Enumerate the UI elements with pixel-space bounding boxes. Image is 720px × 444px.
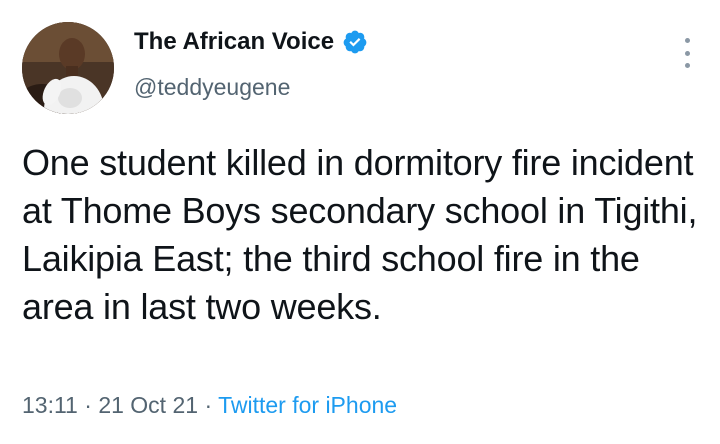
tweet-source-link[interactable]: Twitter for iPhone [218, 392, 397, 418]
tweet-date[interactable]: 21 Oct 21 [98, 392, 198, 418]
tweet-metadata: 13:11 · 21 Oct 21 · Twitter for iPhone [22, 392, 397, 419]
more-vertical-icon[interactable] [680, 38, 694, 68]
verified-badge-icon [342, 29, 368, 55]
tweet-card: The African Voice @teddyeugene One stude… [0, 0, 720, 444]
tweet-time[interactable]: 13:11 [22, 392, 78, 418]
author-handle[interactable]: @teddyeugene [134, 74, 290, 101]
tweet-text: One student killed in dormitory fire inc… [22, 142, 698, 327]
meta-separator: · [204, 392, 213, 418]
meta-separator: · [84, 392, 92, 418]
avatar[interactable] [22, 22, 114, 114]
display-name[interactable]: The African Voice [134, 28, 334, 56]
author-name-row: The African Voice [134, 28, 368, 56]
avatar-image [22, 22, 114, 114]
